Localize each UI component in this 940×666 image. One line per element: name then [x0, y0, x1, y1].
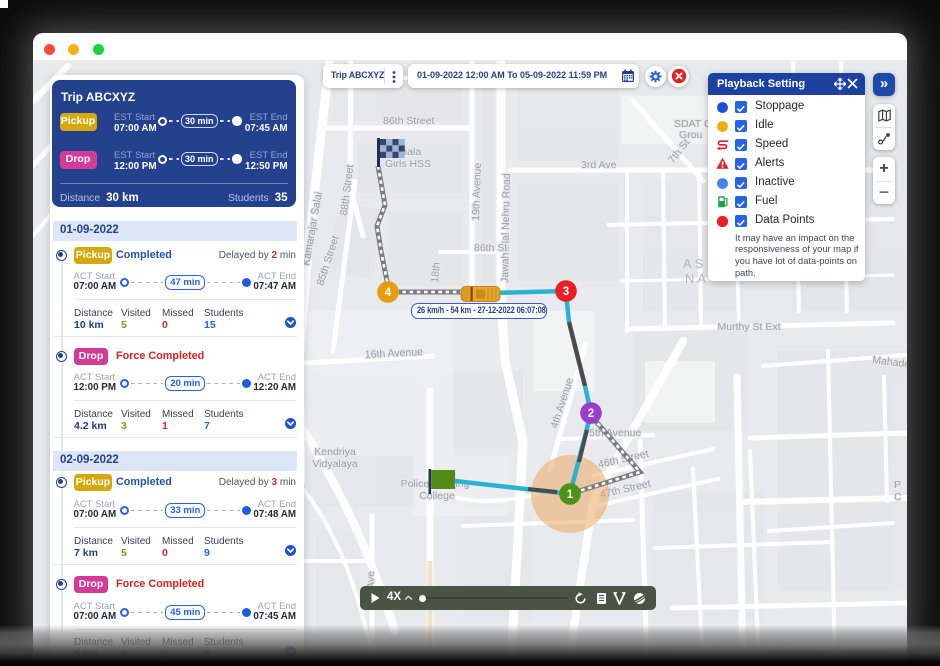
- svg-text:3: 3: [563, 286, 569, 298]
- svg-text:19th Avenue: 19th Avenue: [470, 162, 484, 221]
- svg-text:Vidyalaya: Vidyalaya: [312, 458, 357, 470]
- svg-text:Kendriya: Kendriya: [314, 446, 356, 458]
- svg-text:5th Avenue: 5th Avenue: [589, 427, 642, 439]
- svg-text:Murthy St Ext: Murthy St Ext: [717, 321, 780, 333]
- svg-text:86th St: 86th St: [474, 242, 507, 254]
- svg-text:College: College: [419, 490, 455, 502]
- svg-text:AS: AS: [683, 256, 706, 271]
- svg-text:P: P: [894, 479, 901, 491]
- svg-text:Grou: Grou: [679, 129, 703, 141]
- svg-text:86th Street: 86th Street: [383, 115, 434, 127]
- svg-text:4: 4: [385, 287, 392, 299]
- svg-text:Girls HSS: Girls HSS: [385, 158, 431, 170]
- svg-text:2: 2: [588, 408, 594, 420]
- svg-text:3rd Ave: 3rd Ave: [581, 159, 617, 171]
- svg-text:C: C: [894, 491, 902, 503]
- svg-text:18th: 18th: [429, 262, 443, 284]
- svg-text:1: 1: [567, 489, 574, 501]
- svg-text:NA: NA: [685, 271, 709, 286]
- svg-text:Jawaharlal Nehru Road: Jawaharlal Nehru Road: [499, 173, 513, 283]
